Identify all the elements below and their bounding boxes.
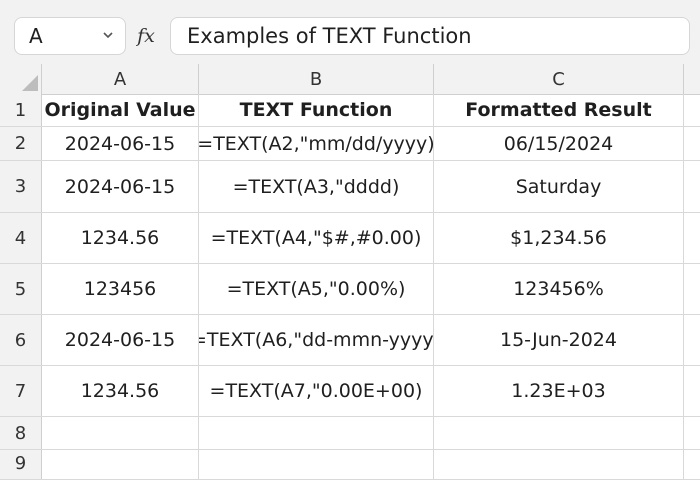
sheet-grid: 1 Original Value TEXT Function Formatted…: [0, 94, 700, 480]
cell[interactable]: [42, 450, 199, 479]
cell[interactable]: [434, 450, 684, 479]
cell[interactable]: Saturday: [434, 161, 684, 212]
table-row: 3 2024-06-15 =TEXT(A3,"dddd) Saturday: [0, 161, 700, 213]
cell[interactable]: [684, 127, 700, 160]
cell[interactable]: [684, 161, 700, 212]
cell[interactable]: 1234.56: [42, 366, 199, 416]
table-row: 4 1234.56 =TEXT(A4,"$#,#0.00) $1,234.56: [0, 213, 700, 264]
cell[interactable]: 1234.56: [42, 213, 199, 263]
fx-icon[interactable]: fx: [128, 17, 164, 55]
cell[interactable]: TEXT Function: [199, 94, 434, 126]
row-header[interactable]: 6: [0, 315, 42, 365]
row-header[interactable]: 3: [0, 161, 42, 212]
column-header-c[interactable]: C: [434, 64, 684, 94]
cell[interactable]: 2024-06-15: [42, 315, 199, 365]
row-header[interactable]: 7: [0, 366, 42, 416]
cell[interactable]: =TEXT(A5,"0.00%): [199, 264, 434, 314]
table-row: 5 123456 =TEXT(A5,"0.00%) 123456%: [0, 264, 700, 315]
select-all-corner[interactable]: [0, 64, 42, 94]
cell[interactable]: =TEXT(A2,"mm/dd/yyyy): [199, 127, 434, 160]
cell[interactable]: [684, 417, 700, 449]
cell[interactable]: [684, 366, 700, 416]
row-header[interactable]: 1: [0, 94, 42, 126]
cell[interactable]: [684, 94, 700, 126]
cell[interactable]: Original Value: [42, 94, 199, 126]
cell[interactable]: 06/15/2024: [434, 127, 684, 160]
table-row: 1 Original Value TEXT Function Formatted…: [0, 94, 700, 127]
cell[interactable]: =TEXT(A6,"dd-mmn-yyyy): [199, 315, 434, 365]
column-header-row: A B C: [0, 64, 700, 95]
cell[interactable]: [684, 264, 700, 314]
cell[interactable]: =TEXT(A3,"dddd): [199, 161, 434, 212]
row-header[interactable]: 9: [0, 450, 42, 479]
cell[interactable]: [434, 417, 684, 449]
formula-input[interactable]: Examples of TEXT Function: [170, 17, 690, 55]
table-row: 8: [0, 417, 700, 450]
table-row: 6 2024-06-15 =TEXT(A6,"dd-mmn-yyyy) 15-J…: [0, 315, 700, 366]
table-row: 9: [0, 450, 700, 480]
cell[interactable]: [199, 417, 434, 449]
name-box-value: A: [29, 24, 43, 48]
cell[interactable]: 123456%: [434, 264, 684, 314]
table-row: 7 1234.56 =TEXT(A7,"0.00E+00) 1.23E+03: [0, 366, 700, 417]
cell[interactable]: [42, 417, 199, 449]
cell[interactable]: $1,234.56: [434, 213, 684, 263]
cell[interactable]: Formatted Result: [434, 94, 684, 126]
formula-bar: A fx Examples of TEXT Function: [0, 0, 700, 65]
cell[interactable]: [684, 315, 700, 365]
name-box[interactable]: A: [14, 17, 126, 55]
cell[interactable]: 1.23E+03: [434, 366, 684, 416]
cell[interactable]: [684, 450, 700, 479]
cell[interactable]: =TEXT(A4,"$#,#0.00): [199, 213, 434, 263]
column-header-a[interactable]: A: [42, 64, 199, 94]
cell[interactable]: 123456: [42, 264, 199, 314]
cell[interactable]: 2024-06-15: [42, 127, 199, 160]
row-header[interactable]: 4: [0, 213, 42, 263]
cell[interactable]: 15-Jun-2024: [434, 315, 684, 365]
row-header[interactable]: 2: [0, 127, 42, 160]
cell[interactable]: [199, 450, 434, 479]
cell[interactable]: =TEXT(A7,"0.00E+00): [199, 366, 434, 416]
column-header-b[interactable]: B: [199, 64, 434, 94]
select-all-icon: [22, 75, 38, 91]
table-row: 2 2024-06-15 =TEXT(A2,"mm/dd/yyyy) 06/15…: [0, 127, 700, 161]
chevron-down-icon: [103, 32, 113, 39]
cell[interactable]: [684, 213, 700, 263]
row-header[interactable]: 8: [0, 417, 42, 449]
cell[interactable]: 2024-06-15: [42, 161, 199, 212]
row-header[interactable]: 5: [0, 264, 42, 314]
